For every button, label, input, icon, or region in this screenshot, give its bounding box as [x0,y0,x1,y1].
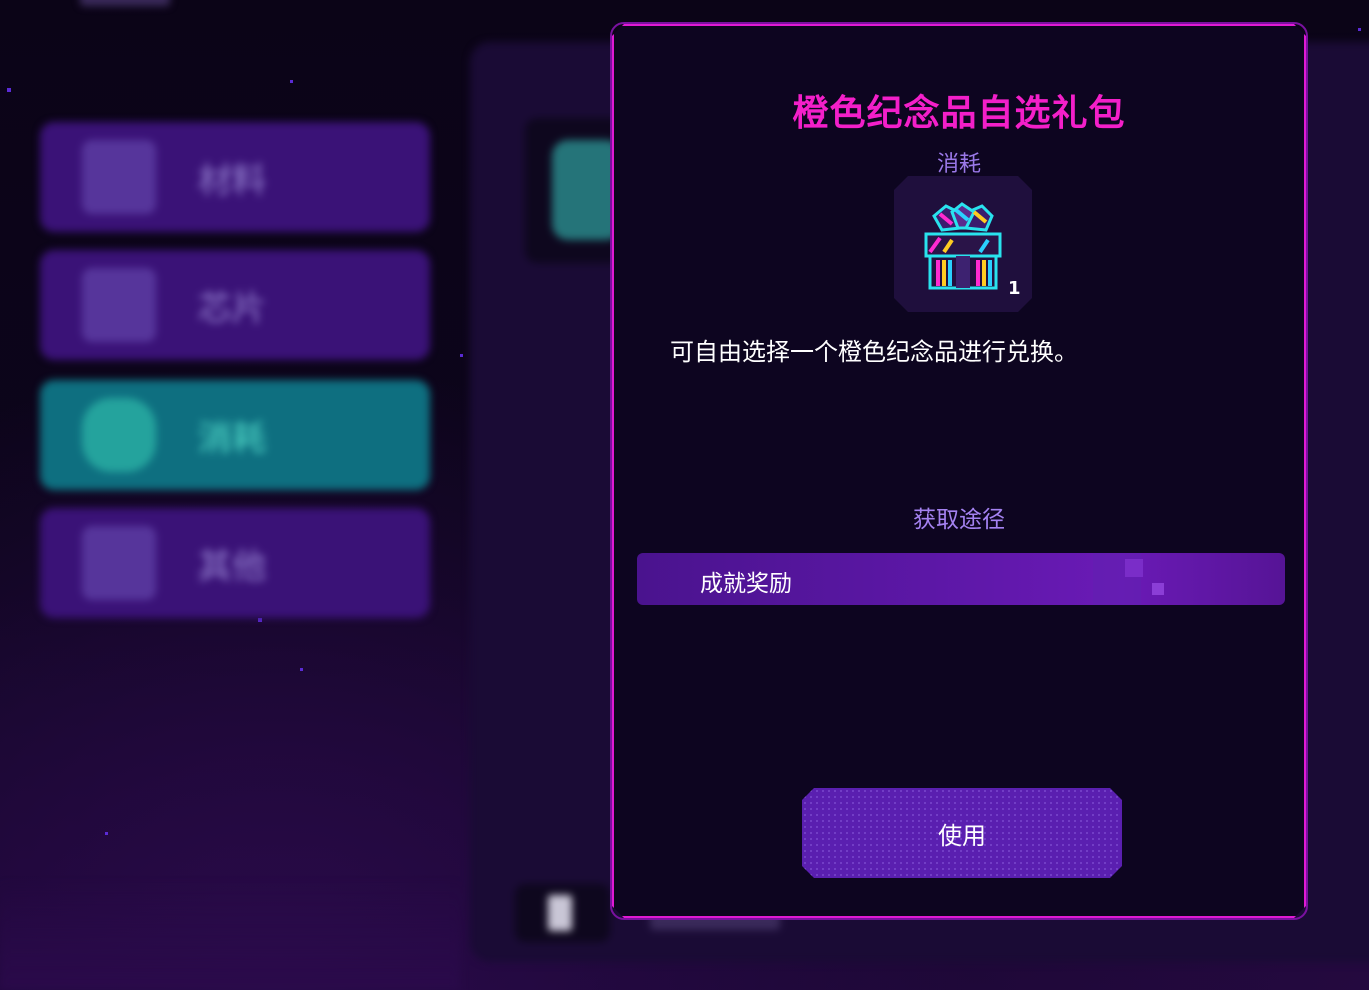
item-count: 1 [1008,278,1021,299]
source-heading: 获取途径 [913,507,1005,533]
item-type-label: 消耗 [936,152,981,177]
source-label: 成就奖励 [700,571,792,597]
category-other[interactable]: 其他 [40,508,430,618]
item-title: 橙色纪念品自选礼包 [792,93,1126,134]
category-label: 芯片 [198,288,266,329]
screen-title-blurred [80,0,170,6]
use-button[interactable]: 使用 [802,788,1122,878]
other-box-icon [82,526,156,600]
category-label: 材料 [198,160,266,201]
item-description: 可自由选择一个橙色纪念品进行兑换。 [670,338,1078,366]
bottom-glow [0,880,460,990]
category-chips[interactable]: 芯片 [40,250,430,360]
pixel-decoration [1152,583,1164,595]
source-item[interactable]: 成就奖励 [637,553,1285,605]
materials-icon [82,140,156,214]
item-detail-modal: 橙色纪念品自选礼包 消耗 1 可自由选择一个橙色纪念品进行兑换。 获取途径 成就… [610,22,1308,920]
category-consumables[interactable]: 消耗 [40,380,430,490]
sort-icon [548,895,572,931]
chip-icon [82,268,156,342]
consumable-icon [82,398,156,472]
category-label: 其他 [198,546,266,587]
use-button-label: 使用 [938,821,986,850]
pixel-decoration [1125,559,1143,577]
category-label: 消耗 [198,418,266,459]
category-materials[interactable]: 材料 [40,122,430,232]
